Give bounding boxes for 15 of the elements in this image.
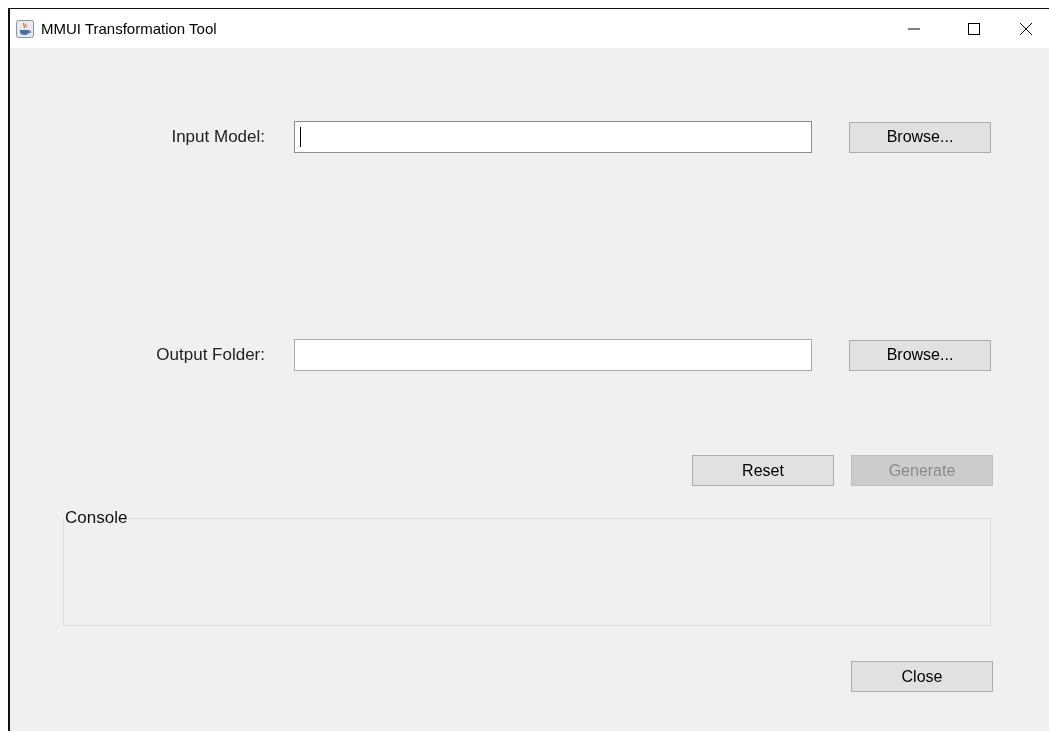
input-field[interactable] [294, 121, 812, 153]
field-label: Output Folder: [155, 345, 265, 365]
reset-button[interactable]: Reset [692, 455, 834, 486]
close-dialog-button[interactable]: Close [851, 661, 993, 692]
close-icon [1019, 21, 1033, 36]
window-title: MMUI Transformation Tool [41, 20, 217, 37]
text-cursor [300, 127, 301, 147]
field-label: Input Model: [170, 127, 265, 147]
browse-button[interactable]: Browse... [849, 339, 991, 371]
coffee-cup-icon [16, 19, 34, 38]
minimize-icon [907, 27, 921, 30]
maximize-icon [967, 21, 981, 36]
console-title: Console [64, 508, 129, 528]
input-field[interactable] [294, 339, 812, 371]
browse-button[interactable]: Browse... [849, 121, 991, 153]
